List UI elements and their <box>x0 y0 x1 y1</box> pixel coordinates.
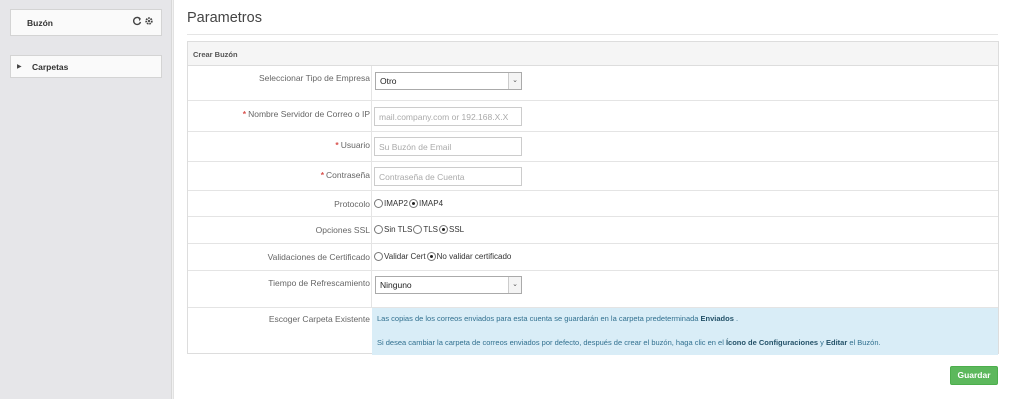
row-contrasena: * Contraseña Contraseña de Cuenta <box>188 162 998 191</box>
refresh-icon[interactable] <box>132 16 142 29</box>
tls-label: TLS <box>423 225 438 234</box>
carpeta-label: Escoger Carpeta Existente <box>268 314 370 324</box>
sidebar: Buzón ▶ Carpetas <box>0 0 172 399</box>
required-marker: * <box>242 109 247 119</box>
info-line-1: Las copias de los correos enviados para … <box>377 314 738 323</box>
ssl-options: Sin TLS TLS SSL <box>374 225 465 234</box>
usuario-label-text: Usuario <box>340 140 370 150</box>
chevron-down-icon: ⌄ <box>508 73 521 89</box>
main-content: Parametros Crear Buzón Seleccionar Tipo … <box>173 0 1024 399</box>
servidor-input[interactable]: mail.company.com or 192.168.X.X <box>374 107 522 126</box>
ssl-radio-ssl[interactable] <box>438 225 448 234</box>
info-text: Las copias de los correos enviados para … <box>377 314 701 323</box>
editar-text: Editar <box>825 338 848 347</box>
chevron-down-icon: ⌄ <box>508 277 521 293</box>
crear-buzon-panel: Crear Buzón Seleccionar Tipo de Empresa … <box>187 41 999 355</box>
panel-title: Crear Buzón <box>193 50 238 59</box>
imap2-label: IMAP2 <box>384 199 409 208</box>
gear-icon[interactable] <box>144 16 154 29</box>
info-line-2: Si desea cambiar la carpeta de correos e… <box>377 338 881 347</box>
row-ssl: Opciones SSL Sin TLS TLS SSL <box>188 217 998 244</box>
buzon-panel-header[interactable]: Buzón <box>10 9 162 36</box>
servidor-label-text: Nombre Servidor de Correo o IP <box>248 109 370 119</box>
row-certificado: Validaciones de Certificado Validar Cert… <box>188 244 998 271</box>
refresco-label: Tiempo de Refrescamiento <box>268 278 370 288</box>
certificado-label: Validaciones de Certificado <box>267 252 370 262</box>
refresco-select[interactable]: Ninguno ⌄ <box>375 276 522 294</box>
row-tipo-empresa: Seleccionar Tipo de Empresa Otro ⌄ <box>188 66 998 101</box>
cert-radio-no-validar[interactable] <box>426 252 436 261</box>
title-divider <box>187 34 998 35</box>
ssl-option-label: SSL <box>448 225 465 234</box>
row-usuario: * Usuario Su Buzón de Email <box>188 132 998 162</box>
info-text: el Buzón. <box>847 338 881 347</box>
contrasena-label-text: Contraseña <box>326 170 370 180</box>
contrasena-input[interactable]: Contraseña de Cuenta <box>374 167 522 186</box>
required-marker: * <box>335 140 339 150</box>
caret-right-icon: ▶ <box>17 64 22 70</box>
page-title: Parametros <box>187 10 262 26</box>
carpetas-label: Carpetas <box>32 62 69 72</box>
no-validar-label: No validar certificado <box>436 252 512 261</box>
buzon-label: Buzón <box>27 18 53 28</box>
info-text: . <box>733 314 739 323</box>
servidor-label: * Nombre Servidor de Correo o IP <box>188 109 370 119</box>
guardar-button[interactable]: Guardar <box>950 366 998 385</box>
protocolo-radio-imap4[interactable] <box>409 199 419 208</box>
row-refresco: Tiempo de Refrescamiento Ninguno ⌄ <box>188 271 998 308</box>
carpetas-item[interactable]: ▶ Carpetas <box>10 55 162 78</box>
enviados-text: Enviados <box>700 314 734 323</box>
icono-config-text: Ícono de Configuraciones <box>725 338 819 347</box>
imap4-label: IMAP4 <box>419 199 444 208</box>
info-text: y <box>818 338 826 347</box>
row-carpeta: Escoger Carpeta Existente Las copias de … <box>188 308 998 355</box>
validar-cert-label: Validar Cert <box>384 252 426 261</box>
protocolo-label: Protocolo <box>334 199 370 209</box>
tipo-empresa-value: Otro <box>380 76 397 86</box>
cert-radio-validar[interactable] <box>374 252 383 261</box>
ssl-label: Opciones SSL <box>315 225 370 235</box>
tipo-empresa-label: Seleccionar Tipo de Empresa <box>258 73 370 83</box>
certificado-options: Validar Cert No validar certificado <box>374 252 512 261</box>
ssl-radio-sin-tls[interactable] <box>374 225 383 234</box>
usuario-label: * Usuario <box>188 140 370 150</box>
carpeta-info-box: Las copias de los correos enviados para … <box>372 308 998 355</box>
row-servidor: * Nombre Servidor de Correo o IP mail.com… <box>188 101 998 132</box>
contrasena-label: * Contraseña <box>188 170 370 180</box>
required-marker: * <box>320 170 325 180</box>
sin-tls-label: Sin TLS <box>384 225 413 234</box>
tipo-empresa-select[interactable]: Otro ⌄ <box>375 72 522 90</box>
refresco-value: Ninguno <box>380 280 412 290</box>
row-protocolo: Protocolo IMAP2 IMAP4 <box>188 191 998 217</box>
protocolo-radio-imap2[interactable] <box>374 199 383 208</box>
info-text: Si desea cambiar la carpeta de correos e… <box>377 338 726 347</box>
ssl-radio-tls[interactable] <box>413 225 423 234</box>
panel-header: Crear Buzón <box>188 42 998 66</box>
usuario-input[interactable]: Su Buzón de Email <box>374 137 522 156</box>
protocolo-options: IMAP2 IMAP4 <box>374 199 444 208</box>
